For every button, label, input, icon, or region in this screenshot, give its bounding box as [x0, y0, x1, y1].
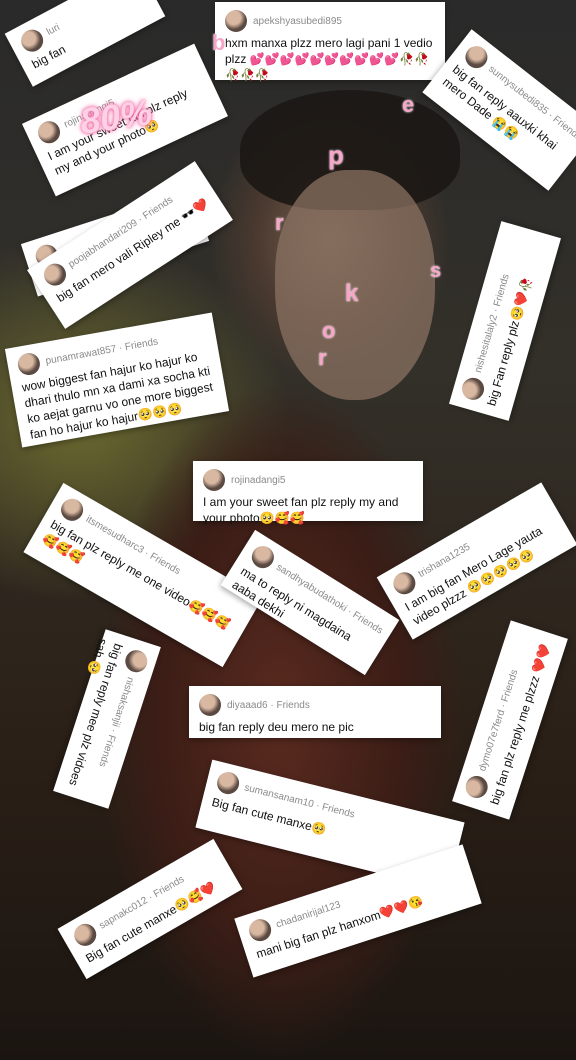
- avatar: [459, 375, 487, 403]
- comment-text: I am your sweet fan plz reply my and you…: [203, 495, 399, 525]
- deco-letter: o: [322, 318, 336, 343]
- deco-letter: e: [402, 92, 415, 117]
- comment-text: hxm manxa plzz mero lagi pani 1 vedio pl…: [225, 36, 433, 82]
- username: luri: [44, 21, 62, 38]
- avatar: [199, 694, 221, 716]
- comment-text: big fan reply deu mero ne pic: [199, 720, 354, 734]
- deco-letter: p: [328, 140, 344, 170]
- avatar: [246, 916, 274, 945]
- avatar: [203, 469, 225, 491]
- deco-letter: b: [212, 30, 226, 55]
- comment-card[interactable]: rojinadangi5 I am your sweet fan plz rep…: [193, 461, 423, 525]
- avatar: [122, 647, 151, 676]
- deco-letter: k: [345, 280, 359, 307]
- username: rojinadangi5: [231, 474, 286, 486]
- comment-card[interactable]: apekshyasubedi895 hxm manxa plzz mero la…: [215, 2, 445, 82]
- username: diyaaad6 · Friends: [227, 699, 310, 711]
- avatar: [214, 769, 242, 797]
- deco-letter: s: [430, 260, 442, 282]
- deco-letter: r: [318, 345, 327, 370]
- comment-card[interactable]: diyaaad6 · Friends big fan reply deu mer…: [189, 686, 441, 738]
- avatar: [462, 773, 491, 801]
- avatar: [225, 10, 247, 32]
- username: apekshyasubedi895: [253, 15, 342, 27]
- avatar: [16, 351, 42, 377]
- deco-letter: r: [275, 210, 284, 235]
